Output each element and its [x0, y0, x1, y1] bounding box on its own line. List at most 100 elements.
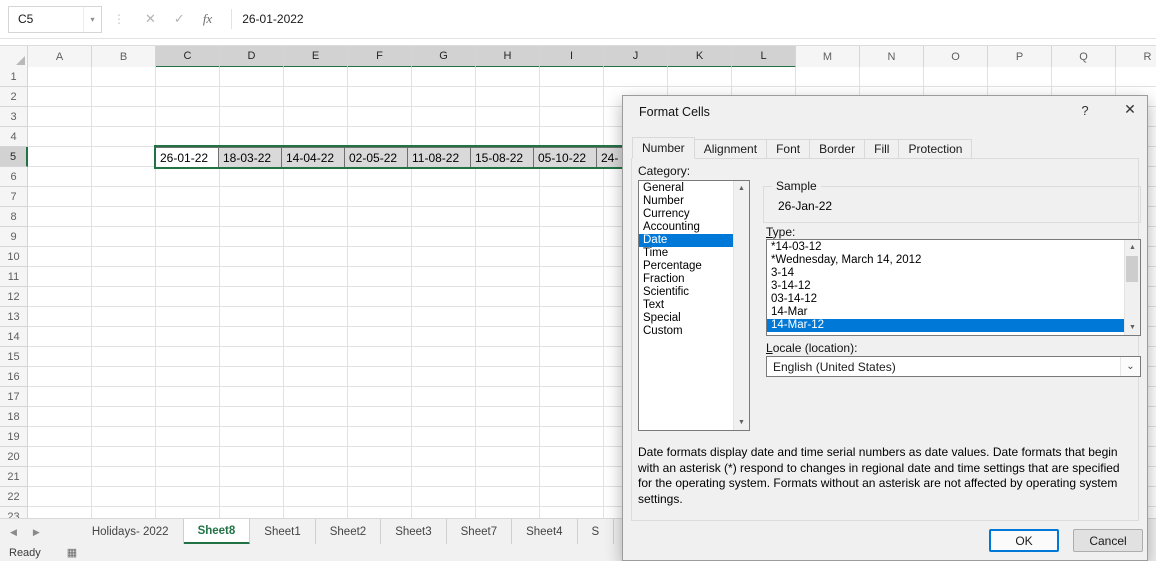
- type-item[interactable]: 14-Mar: [767, 306, 1124, 319]
- row-header[interactable]: 5: [0, 147, 28, 167]
- row-header[interactable]: 18: [0, 407, 28, 427]
- column-header[interactable]: N: [860, 46, 924, 68]
- column-header[interactable]: M: [796, 46, 860, 68]
- type-item[interactable]: *Wednesday, March 14, 2012: [767, 254, 1124, 267]
- cancel-button[interactable]: Cancel: [1073, 529, 1143, 552]
- row-header[interactable]: 20: [0, 447, 28, 467]
- row-header[interactable]: 4: [0, 127, 28, 147]
- column-header[interactable]: K: [668, 46, 732, 68]
- sheet-tab[interactable]: Sheet1: [250, 519, 316, 545]
- row-header[interactable]: 19: [0, 427, 28, 447]
- column-header[interactable]: D: [220, 46, 284, 68]
- row-header[interactable]: 13: [0, 307, 28, 327]
- row-header[interactable]: 7: [0, 187, 28, 207]
- date-cell[interactable]: 18-03-22: [218, 147, 282, 168]
- type-item[interactable]: 3-14-12: [767, 280, 1124, 293]
- sheet-nav-right-icon[interactable]: ▶: [33, 527, 40, 538]
- row-header[interactable]: 6: [0, 167, 28, 187]
- enter-entry-icon[interactable]: ✓: [174, 11, 185, 27]
- column-header[interactable]: H: [476, 46, 540, 68]
- column-header[interactable]: G: [412, 46, 476, 68]
- column-header[interactable]: J: [604, 46, 668, 68]
- category-item[interactable]: Time: [639, 247, 733, 260]
- scroll-up-icon[interactable]: ▲: [734, 181, 749, 196]
- sheet-tab[interactable]: S: [578, 519, 615, 545]
- row-header[interactable]: 2: [0, 87, 28, 107]
- row-header[interactable]: 1: [0, 67, 28, 87]
- category-item[interactable]: Custom: [639, 325, 733, 338]
- column-header[interactable]: E: [284, 46, 348, 68]
- category-item[interactable]: Special: [639, 312, 733, 325]
- name-box-chevron-icon[interactable]: ▾: [83, 6, 101, 32]
- dialog-tab[interactable]: Font: [766, 139, 811, 159]
- column-header[interactable]: C: [156, 46, 220, 68]
- sheet-tab[interactable]: Sheet7: [447, 519, 513, 545]
- column-header[interactable]: Q: [1052, 46, 1116, 68]
- type-item[interactable]: 14-Mar-12: [767, 319, 1124, 332]
- dialog-tab[interactable]: Fill: [864, 139, 900, 159]
- scroll-down-icon[interactable]: ▼: [734, 415, 749, 430]
- column-header[interactable]: R: [1116, 46, 1156, 68]
- row-header[interactable]: 12: [0, 287, 28, 307]
- dialog-tab[interactable]: Protection: [898, 139, 973, 159]
- type-item[interactable]: *14-03-12: [767, 241, 1124, 254]
- row-header[interactable]: 17: [0, 387, 28, 407]
- sheet-nav-left-icon[interactable]: ◀: [10, 527, 17, 538]
- type-item[interactable]: 03-14-12: [767, 293, 1124, 306]
- column-header[interactable]: L: [732, 46, 796, 68]
- scrollbar-thumb[interactable]: [1126, 256, 1138, 282]
- date-cell[interactable]: 05-10-22: [533, 147, 597, 168]
- dialog-close-icon[interactable]: ✕: [1119, 101, 1141, 118]
- sheet-tab[interactable]: Holidays- 2022: [78, 519, 184, 545]
- category-item[interactable]: General: [639, 182, 733, 195]
- cancel-entry-icon[interactable]: ✕: [145, 11, 156, 27]
- column-header[interactable]: I: [540, 46, 604, 68]
- category-item[interactable]: Text: [639, 299, 733, 312]
- date-cell[interactable]: 14-04-22: [281, 147, 345, 168]
- sheet-tab[interactable]: Sheet3: [381, 519, 447, 545]
- sheet-tab[interactable]: Sheet8: [183, 519, 251, 545]
- dialog-tab[interactable]: Border: [809, 139, 866, 159]
- combo-chevron-icon[interactable]: ⌄: [1120, 357, 1140, 376]
- category-item[interactable]: Accounting: [639, 221, 733, 234]
- insert-function-icon[interactable]: fx: [203, 11, 212, 27]
- row-header[interactable]: 10: [0, 247, 28, 267]
- date-cell[interactable]: 15-08-22: [470, 147, 534, 168]
- row-header[interactable]: 15: [0, 347, 28, 367]
- row-header[interactable]: 9: [0, 227, 28, 247]
- row-header[interactable]: 3: [0, 107, 28, 127]
- category-item[interactable]: Fraction: [639, 273, 733, 286]
- sheet-tab[interactable]: Sheet4: [512, 519, 578, 545]
- category-item[interactable]: Percentage: [639, 260, 733, 273]
- macro-record-icon[interactable]: ▦: [67, 546, 77, 559]
- ok-button[interactable]: OK: [989, 529, 1059, 552]
- column-header[interactable]: O: [924, 46, 988, 68]
- dialog-tab[interactable]: Alignment: [693, 139, 768, 159]
- column-header[interactable]: P: [988, 46, 1052, 68]
- row-header[interactable]: 16: [0, 367, 28, 387]
- date-cell[interactable]: 02-05-22: [344, 147, 408, 168]
- scroll-up-icon[interactable]: ▲: [1125, 240, 1140, 255]
- row-header[interactable]: 8: [0, 207, 28, 227]
- type-scrollbar[interactable]: ▲ ▼: [1124, 240, 1140, 335]
- category-item[interactable]: Scientific: [639, 286, 733, 299]
- column-header[interactable]: F: [348, 46, 412, 68]
- row-header[interactable]: 23: [0, 507, 28, 518]
- formula-input[interactable]: 26-01-2022: [242, 12, 303, 26]
- type-item[interactable]: 3-14: [767, 267, 1124, 280]
- row-header[interactable]: 21: [0, 467, 28, 487]
- row-header[interactable]: 11: [0, 267, 28, 287]
- row-header[interactable]: 22: [0, 487, 28, 507]
- row-header[interactable]: 14: [0, 327, 28, 347]
- select-all-corner[interactable]: [0, 46, 28, 68]
- dialog-help-icon[interactable]: ?: [1077, 103, 1093, 118]
- date-cell[interactable]: 11-08-22: [407, 147, 471, 168]
- category-item[interactable]: Date: [639, 234, 733, 247]
- sheet-tab[interactable]: Sheet2: [316, 519, 382, 545]
- column-header[interactable]: A: [28, 46, 92, 68]
- date-cell[interactable]: 26-01-22: [155, 147, 219, 168]
- category-item[interactable]: Currency: [639, 208, 733, 221]
- name-box[interactable]: C5 ▾: [8, 5, 102, 33]
- category-item[interactable]: Number: [639, 195, 733, 208]
- dialog-tab[interactable]: Number: [632, 137, 695, 159]
